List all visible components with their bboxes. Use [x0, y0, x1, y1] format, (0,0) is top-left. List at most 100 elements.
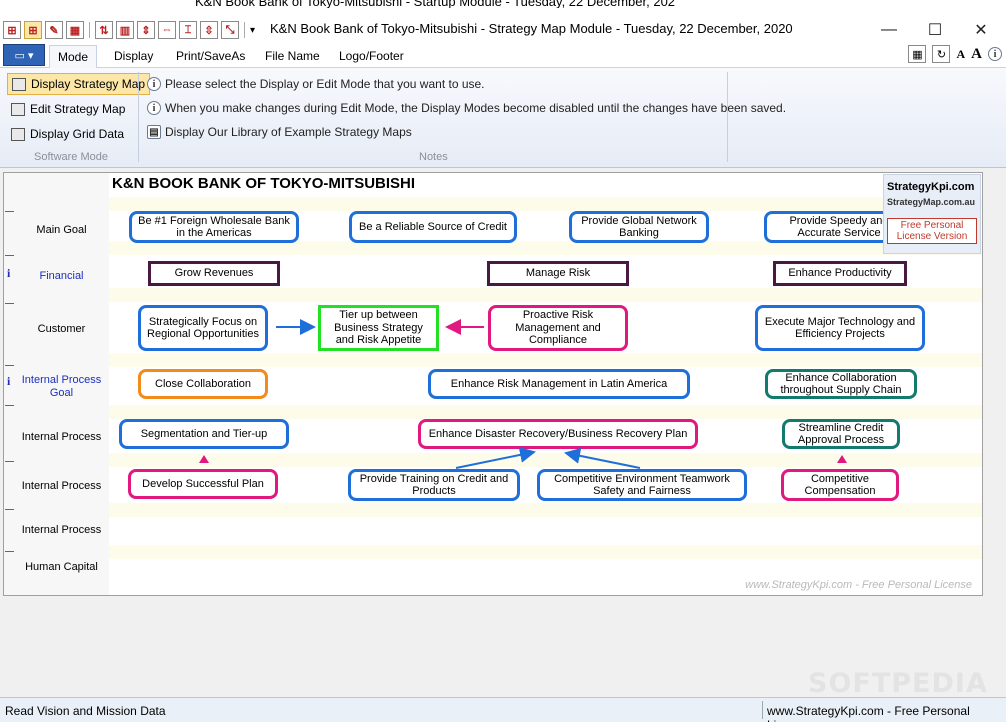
display-strategy-map-label: Display Strategy Map — [31, 77, 146, 91]
background-window-title: K&N Book Bank of Tokyo-Mitsubishi - Star… — [195, 0, 675, 8]
objective-node[interactable]: Grow Revenues — [148, 261, 280, 286]
brand-site-1[interactable]: StrategyKpi.com — [887, 181, 974, 193]
row-tick — [5, 405, 14, 406]
ribbon-right-tools: ▦ ↻ A A i — [908, 45, 1002, 63]
maximize-button[interactable]: ☐ — [912, 18, 958, 42]
row-label-internal-process: Internal Process — [21, 480, 102, 492]
row-label-customer: Customer — [37, 323, 86, 335]
objective-node[interactable]: Segmentation and Tier-up — [119, 419, 289, 449]
tab-display[interactable]: Display — [106, 45, 161, 68]
software-mode-group-label: Software Mode — [34, 151, 108, 163]
objective-node[interactable]: Close Collaboration — [138, 369, 268, 399]
row-stripe — [109, 288, 982, 302]
ribbon-panel: Display Strategy Map Edit Strategy Map D… — [0, 68, 1006, 168]
grid-icon — [11, 127, 25, 141]
tab-mode[interactable]: Mode — [49, 45, 98, 69]
row-stripe — [109, 405, 982, 419]
customize-dropdown-icon[interactable]: ▾ — [250, 25, 255, 36]
align-icon[interactable]: ⇅ — [95, 21, 113, 39]
calendar-icon[interactable]: ▥ — [116, 21, 134, 39]
strategy-map-active-icon[interactable]: ⊞ — [24, 21, 42, 39]
row-tick — [5, 461, 14, 462]
row-stripe — [109, 453, 982, 467]
row-tick — [5, 255, 14, 256]
brand-panel: StrategyKpi.com StrategyMap.com.au Free … — [883, 174, 981, 254]
library-link[interactable]: ▤ Display Our Library of Example Strateg… — [147, 125, 412, 139]
softpedia-watermark: SOFTPEDIA — [808, 668, 988, 699]
financial-info-icon[interactable]: i — [7, 266, 10, 281]
objective-node[interactable]: Provide Global Network Banking — [569, 211, 709, 243]
row-label-internal-process-goal[interactable]: Internal Process Goal — [16, 374, 107, 400]
row-label-internal-process: Internal Process — [21, 524, 102, 536]
objective-node[interactable]: Enhance Collaboration throughout Supply … — [765, 369, 917, 399]
grid-icon[interactable]: ▦ — [66, 21, 84, 39]
row-tick — [5, 551, 14, 552]
font-increase-button[interactable]: A — [971, 46, 982, 63]
perspective-column: Main Goal i Financial Customer i Interna… — [4, 173, 109, 595]
objective-node[interactable]: Develop Successful Plan — [128, 469, 278, 499]
vertical-arrows-icon[interactable]: ⇕ — [137, 21, 155, 39]
horizontal-arrows-icon[interactable]: ⇔ — [158, 21, 176, 39]
objective-node[interactable]: Provide Training on Credit and Products — [348, 469, 520, 501]
info-icon: i — [147, 77, 161, 91]
window-title: K&N Book Bank of Tokyo-Mitsubishi - Stra… — [270, 21, 793, 36]
display-grid-data-button[interactable]: Display Grid Data — [7, 123, 128, 145]
row-stripe — [109, 241, 982, 255]
font-decrease-button[interactable]: A — [956, 47, 965, 62]
row-label-financial[interactable]: Financial — [16, 270, 107, 283]
close-button[interactable]: ✕ — [958, 18, 1004, 42]
library-icon: ▤ — [147, 125, 161, 139]
strategy-map-icon[interactable]: ⊞ — [3, 21, 21, 39]
info-icon: i — [147, 101, 161, 115]
objective-node[interactable]: Proactive Risk Management and Compliance — [488, 305, 628, 351]
brand-site-2[interactable]: StrategyMap.com.au — [887, 197, 975, 207]
edit-icon[interactable]: ✎ — [45, 21, 63, 39]
refresh-icon[interactable]: ↻ — [932, 45, 951, 63]
objective-node[interactable]: Execute Major Technology and Efficiency … — [755, 305, 925, 351]
status-license: www.StrategyKpi.com - Free Personal Lice… — [767, 704, 970, 722]
application-menu-button[interactable]: ▭ ▾ — [3, 44, 45, 66]
strategy-map-icon — [12, 77, 26, 91]
objective-node[interactable]: Be a Reliable Source of Credit — [349, 211, 517, 243]
distribute-icon[interactable]: ⌶ — [179, 21, 197, 39]
row-tick — [5, 303, 14, 304]
display-grid-data-label: Display Grid Data — [30, 127, 125, 141]
status-bar: Read Vision and Mission Data www.Strateg… — [0, 697, 1006, 722]
display-strategy-map-button[interactable]: Display Strategy Map — [7, 73, 151, 95]
objective-node[interactable]: Manage Risk — [487, 261, 629, 286]
minimize-button[interactable]: — — [866, 18, 912, 42]
spacing-icon[interactable]: ⇳ — [200, 21, 218, 39]
edit-strategy-map-button[interactable]: Edit Strategy Map — [7, 98, 129, 120]
objective-node[interactable]: Be #1 Foreign Wholesale Bank in the Amer… — [129, 211, 299, 243]
objective-node[interactable]: Enhance Risk Management in Latin America — [428, 369, 690, 399]
row-stripe — [109, 197, 982, 211]
main-area: Main Goal i Financial Customer i Interna… — [0, 169, 1006, 697]
help-icon[interactable]: i — [988, 47, 1002, 61]
map-title: K&N BOOK BANK OF TOKYO-MITSUBISHI — [112, 175, 416, 192]
tab-logo-footer[interactable]: Logo/Footer — [331, 45, 412, 68]
grid-view-icon[interactable]: ▦ — [908, 45, 927, 63]
tab-file-name[interactable]: File Name — [257, 45, 328, 68]
row-stripe — [109, 545, 982, 559]
row-stripe — [109, 353, 982, 367]
ribbon-tab-bar: ▭ ▾ Mode Display Print/SaveAs File Name … — [0, 42, 1006, 69]
resize-icon[interactable]: ⤡ — [221, 21, 239, 39]
internal-process-goal-info-icon[interactable]: i — [7, 374, 10, 389]
row-label-human-capital: Human Capital — [25, 561, 98, 573]
row-tick — [5, 365, 14, 366]
tab-print-saveas[interactable]: Print/SaveAs — [168, 45, 253, 68]
objective-node[interactable]: Competitive Environment Teamwork Safety … — [537, 469, 747, 501]
objective-node[interactable]: Strategically Focus on Regional Opportun… — [138, 305, 268, 351]
objective-node[interactable]: Tier up between Business Strategy and Ri… — [318, 305, 439, 351]
row-label-internal-process: Internal Process — [21, 431, 102, 443]
toolbar-separator — [244, 22, 245, 38]
row-tick — [5, 509, 14, 510]
quick-access-toolbar: ⊞ ⊞ ✎ ▦ ⇅ ▥ ⇕ ⇔ ⌶ ⇳ ⤡ ▾ — [0, 18, 280, 42]
group-separator — [138, 72, 139, 162]
objective-node[interactable]: Competitive Compensation — [781, 469, 899, 501]
objective-node[interactable]: Enhance Productivity — [773, 261, 907, 286]
objective-node[interactable]: Streamline Credit Approval Process — [782, 419, 900, 449]
status-message: Read Vision and Mission Data — [5, 704, 166, 718]
objective-node[interactable]: Enhance Disaster Recovery/Business Recov… — [418, 419, 698, 449]
free-license-badge: Free Personal License Version — [887, 218, 977, 244]
